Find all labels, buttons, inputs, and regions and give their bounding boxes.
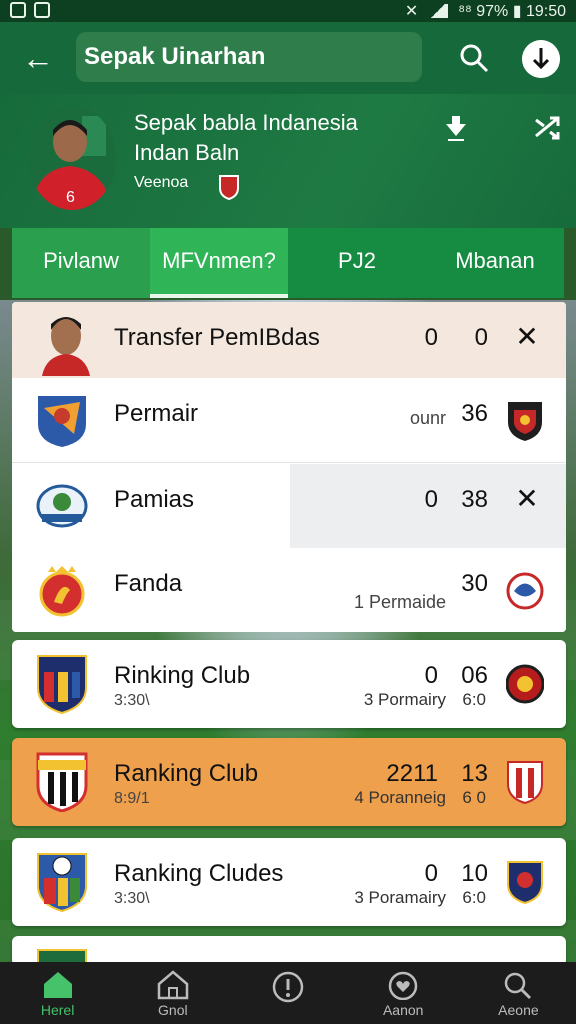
ranking-sub: 3:30\ bbox=[114, 692, 150, 709]
ranking-value-1: 2211 bbox=[386, 760, 438, 787]
close-icon[interactable]: ✕ bbox=[512, 484, 542, 514]
ranking-note-2: 6 0 bbox=[462, 788, 486, 807]
ranking-note: 3 Poramairy bbox=[354, 888, 446, 907]
list-item-label: Fanda bbox=[114, 570, 183, 597]
team-subtitle: Indan Baln bbox=[134, 140, 240, 165]
tab-mbanan[interactable]: Mbanan bbox=[426, 228, 564, 298]
status-text: ⁸⁸ 97% ▮ 19:50 bbox=[458, 3, 566, 20]
transfer-value-2: 0 bbox=[474, 324, 488, 351]
ranking-value-2: 10 bbox=[461, 860, 488, 887]
search-icon bbox=[505, 972, 532, 1000]
home-icon bbox=[43, 972, 72, 998]
club-crest-icon bbox=[38, 396, 86, 447]
club-badge-icon bbox=[219, 175, 239, 200]
transfer-list: Transfer PemIBdas 0 0 ✕ Permair ounr 36 … bbox=[12, 302, 566, 632]
player-avatar[interactable]: 6 bbox=[28, 106, 116, 210]
ranking-label: Ranking Club bbox=[114, 760, 259, 787]
nav-aanon[interactable]: Aanon bbox=[346, 962, 461, 1024]
notification-icon bbox=[10, 2, 26, 18]
ranking-value-1: 0 bbox=[424, 662, 438, 689]
list-item-value: 30 bbox=[461, 570, 488, 597]
ranking-value-2: 06 bbox=[461, 662, 488, 689]
club-crest-icon bbox=[508, 402, 542, 441]
ranking-card[interactable]: Ranking Cludes 3:30\ 0 10 3 Poramairy 6:… bbox=[12, 838, 566, 926]
list-item[interactable]: Pamias 0 38 ✕ bbox=[12, 464, 566, 549]
transfer-value-1: 0 bbox=[424, 324, 438, 351]
nav-gnol-label: Gnol bbox=[158, 1002, 188, 1018]
nav-aanon-label: Aanon bbox=[382, 1002, 424, 1018]
status-right: ✕ ⁸⁸ 97% ▮ 19:50 bbox=[405, 1, 566, 21]
ranking-note-2: 6:0 bbox=[462, 690, 486, 709]
club-crest-icon bbox=[37, 853, 87, 912]
wifi-icon: ✕ bbox=[404, 3, 419, 20]
search-icon[interactable] bbox=[456, 40, 492, 76]
info-icon bbox=[272, 971, 304, 1003]
app-title-search[interactable]: Sepak Uinarhan bbox=[76, 32, 422, 82]
shuffle-icon[interactable] bbox=[532, 112, 564, 144]
heart-icon bbox=[388, 971, 418, 1000]
nav-home[interactable]: Herel bbox=[0, 962, 115, 1024]
team-name: Sepak babla Indanesia bbox=[134, 110, 358, 135]
ranking-note: 4 Poranneig bbox=[354, 788, 446, 807]
list-item-note: 1 Permaide bbox=[353, 592, 446, 612]
tab-mfvnmen[interactable]: MFVnmen? bbox=[150, 228, 288, 298]
tab-bar: Pivlanw MFVnmen? PJ2 Mbanan bbox=[12, 228, 564, 298]
player-avatar bbox=[42, 317, 90, 376]
ranking-sub: 3:30\ bbox=[114, 890, 150, 907]
list-item-label: Permair bbox=[114, 400, 199, 427]
club-crest-icon bbox=[506, 572, 544, 610]
team-tag: Veenoa bbox=[134, 174, 189, 191]
list-item[interactable]: Permair ounr 36 bbox=[12, 378, 566, 463]
tab-pj2[interactable]: PJ2 bbox=[288, 228, 426, 298]
list-item-value-1: 0 bbox=[424, 486, 438, 513]
status-left-icons bbox=[10, 2, 50, 18]
club-crest-icon bbox=[37, 655, 87, 714]
ranking-card-highlighted[interactable]: Ranking Club 8:9/1 2211 13 4 Poranneig 6… bbox=[12, 738, 566, 826]
back-arrow-icon[interactable]: ← bbox=[18, 38, 58, 78]
club-crest-icon bbox=[36, 484, 88, 528]
close-icon[interactable]: ✕ bbox=[512, 322, 542, 352]
home-outline-icon bbox=[157, 970, 189, 1000]
nav-home-label: Herel bbox=[40, 1002, 75, 1018]
ranking-value-2: 13 bbox=[461, 760, 488, 787]
team-header: 6 Sepak babla Indanesia Indan Baln Veeno… bbox=[0, 94, 576, 228]
club-crest-icon bbox=[507, 861, 543, 904]
ranking-note: 3 Pormairy bbox=[363, 690, 446, 709]
signal-icon bbox=[428, 4, 449, 18]
download-icon[interactable] bbox=[522, 40, 560, 78]
ranking-card[interactable]: Rinking Club 3:30\ 0 06 3 Pormairy 6:0 bbox=[12, 640, 566, 728]
bottom-navigation: Herel Gnol Aanon Aeone bbox=[0, 962, 576, 1024]
list-item-value-2: 38 bbox=[461, 486, 488, 513]
tab-pivlanw[interactable]: Pivlanw bbox=[12, 228, 150, 298]
ranking-note-2: 6:0 bbox=[462, 888, 486, 907]
list-item-label: Pamias bbox=[114, 486, 195, 513]
list-item-value: 36 bbox=[461, 400, 488, 427]
download-arrow-icon[interactable] bbox=[440, 112, 472, 144]
ranking-label: Ranking Cludes bbox=[114, 860, 284, 887]
transfer-row[interactable]: Transfer PemIBdas 0 0 ✕ bbox=[12, 302, 566, 379]
ranking-label: Rinking Club bbox=[114, 662, 251, 689]
list-item-note: ounr bbox=[409, 408, 446, 428]
app-bar: ← Sepak Uinarhan bbox=[0, 22, 576, 94]
club-crest-icon bbox=[506, 664, 544, 704]
nav-gnol[interactable]: Gnol bbox=[115, 962, 230, 1024]
club-crest-icon bbox=[39, 566, 85, 617]
club-crest-icon bbox=[36, 752, 88, 812]
nav-aeone[interactable]: Aeone bbox=[461, 962, 576, 1024]
svg-text:6: 6 bbox=[66, 189, 75, 206]
transfer-label: Transfer PemIBdas bbox=[114, 324, 320, 351]
ranking-sub: 8:9/1 bbox=[114, 790, 150, 807]
status-bar: ✕ ⁸⁸ 97% ▮ 19:50 bbox=[0, 0, 576, 22]
nav-info[interactable] bbox=[230, 962, 345, 1024]
list-item[interactable]: Fanda 1 Permaide 30 bbox=[12, 548, 566, 632]
nav-aeone-label: Aeone bbox=[498, 1002, 539, 1018]
ranking-value-1: 0 bbox=[424, 860, 438, 887]
gallery-icon bbox=[34, 2, 50, 18]
club-crest-icon bbox=[507, 761, 543, 804]
